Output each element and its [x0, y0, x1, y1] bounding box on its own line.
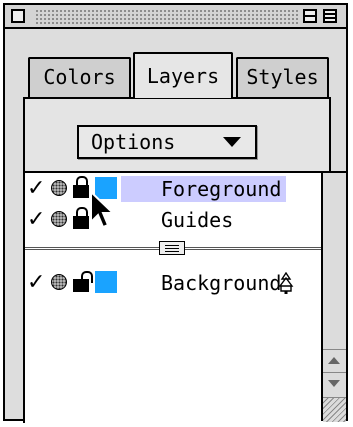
visible-check-icon[interactable]: ✓: [27, 270, 45, 296]
options-popup-button[interactable]: Options: [77, 125, 257, 159]
close-box-icon[interactable]: [11, 9, 25, 23]
layer-row-background[interactable]: ✓ Background: [25, 269, 321, 298]
title-bar-stripes: [35, 9, 300, 24]
background-layer-icon: [278, 272, 294, 294]
tab-layers[interactable]: Layers: [133, 52, 233, 98]
layer-divider: [25, 241, 321, 255]
layer-name[interactable]: Foreground: [121, 176, 287, 202]
dot-icon[interactable]: [51, 211, 67, 227]
dot-icon[interactable]: [51, 274, 67, 290]
zoom-box-icon[interactable]: [303, 9, 317, 23]
resize-grip-icon[interactable]: [323, 397, 346, 422]
tab-colors[interactable]: Colors: [28, 57, 131, 97]
collapse-box-icon[interactable]: [323, 9, 337, 23]
visible-check-icon[interactable]: ✓: [27, 176, 45, 202]
lock-open-icon[interactable]: [73, 270, 93, 294]
layer-row-guides[interactable]: ✓ Guides: [25, 206, 321, 235]
tab-styles[interactable]: Styles: [236, 57, 329, 97]
title-bar[interactable]: [5, 5, 346, 29]
divider-handle-icon[interactable]: [159, 241, 185, 255]
layer-color-swatch: [95, 271, 117, 293]
options-label: Options: [91, 130, 176, 154]
layers-palette-window: Colors Styles Layers Options ✓ Foregroun…: [3, 3, 348, 423]
dot-icon[interactable]: [51, 180, 67, 196]
visible-check-icon[interactable]: ✓: [27, 207, 45, 233]
layer-name[interactable]: Guides: [121, 207, 238, 233]
vertical-scrollbar[interactable]: [321, 171, 346, 422]
scroll-up-arrow-icon[interactable]: [323, 349, 346, 372]
triangle-down-icon: [223, 137, 241, 147]
layer-name[interactable]: Background: [121, 270, 286, 296]
scroll-down-arrow-icon[interactable]: [323, 372, 346, 395]
layer-row-foreground[interactable]: ✓ Foreground: [25, 175, 321, 204]
layers-list: ✓ Foreground ✓ Guides ✓ Background: [23, 171, 321, 423]
mouse-cursor-icon: [90, 190, 116, 229]
